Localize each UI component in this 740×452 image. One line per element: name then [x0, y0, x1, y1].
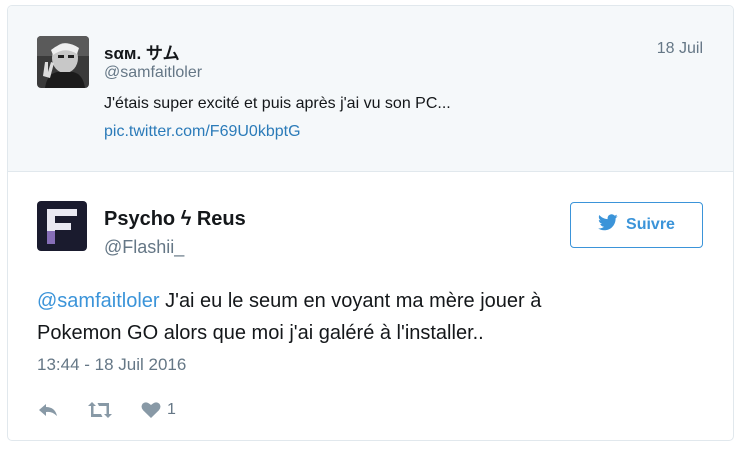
quoted-avatar[interactable] [37, 36, 89, 88]
tweet-embed-card: sαм. サム @samfaitloler 18 Juil J'étais su… [7, 5, 734, 441]
quoted-display-name[interactable]: sαм. サム [104, 39, 180, 64]
author-avatar[interactable] [37, 201, 87, 251]
follow-button[interactable]: Suivre [570, 202, 703, 248]
follow-label: Suivre [626, 216, 675, 233]
reply-button[interactable] [37, 401, 59, 419]
quoted-media-link[interactable]: pic.twitter.com/F69U0kbptG [104, 123, 301, 141]
heart-icon [141, 401, 161, 419]
retweet-button[interactable] [87, 401, 113, 419]
quoted-date[interactable]: 18 Juil [657, 40, 703, 58]
reply-icon [37, 401, 59, 419]
author-display-name[interactable]: Psycho ϟ Reus [104, 208, 246, 231]
author-handle[interactable]: @Flashii_ [104, 237, 184, 258]
retweet-icon [87, 401, 113, 419]
mention-link[interactable]: @samfaitloler [37, 290, 160, 312]
tweet-text-line1: J'ai eu le seum en voyant ma mère jouer … [159, 290, 542, 312]
main-tweet: Psycho ϟ Reus @Flashii_ Suivre @samfaitl… [8, 172, 733, 440]
tweet-actions: 1 [37, 398, 204, 422]
tweet-timestamp[interactable]: 13:44 - 18 Juil 2016 [37, 355, 186, 375]
quoted-text: J'étais super excité et puis après j'ai … [104, 95, 451, 112]
tweet-text: @samfaitloler J'ai eu le seum en voyant … [37, 285, 697, 349]
quoted-tweet[interactable]: sαм. サム @samfaitloler 18 Juil J'étais su… [8, 6, 733, 172]
like-count: 1 [167, 401, 176, 418]
tweet-text-line2: Pokemon GO alors que moi j'ai galéré à l… [37, 322, 484, 344]
twitter-bird-icon [598, 214, 618, 236]
like-button[interactable]: 1 [141, 401, 176, 419]
quoted-handle[interactable]: @samfaitloler [104, 64, 202, 82]
